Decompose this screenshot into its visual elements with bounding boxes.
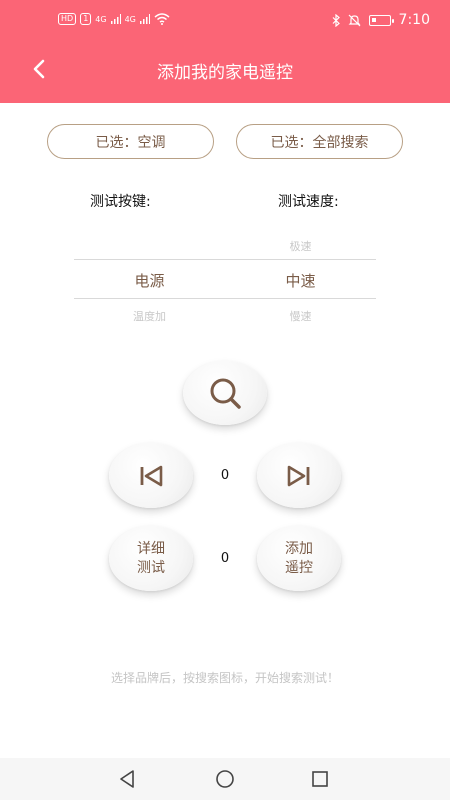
signal-label-1: 4G xyxy=(95,14,107,24)
skip-next-icon xyxy=(287,465,310,486)
nav-home-icon[interactable] xyxy=(215,769,235,789)
hd-badge: HD xyxy=(58,13,77,25)
battery-icon xyxy=(368,14,394,26)
test-speed-label: 测试速度: xyxy=(278,194,339,210)
next-button[interactable] xyxy=(257,443,341,508)
test-key-label: 测试按键: xyxy=(90,194,151,210)
key-option-below[interactable]: 温度加 xyxy=(74,308,225,324)
speed-option-above[interactable]: 极速 xyxy=(225,238,376,254)
nav-back-icon[interactable] xyxy=(118,769,138,789)
device-type-button[interactable]: 已选：空调 xyxy=(47,124,214,159)
wifi-icon xyxy=(154,13,170,25)
detail-counter: 0 xyxy=(220,551,230,566)
clock: 7:10 xyxy=(398,12,430,28)
signal-icon xyxy=(139,14,150,24)
status-right: 7:10 xyxy=(332,12,430,28)
signal-icon xyxy=(110,14,121,24)
detail-test-label: 详细 测试 xyxy=(137,540,165,576)
bluetooth-icon xyxy=(332,13,340,27)
mute-bell-icon xyxy=(348,14,360,26)
search-icon xyxy=(210,378,241,409)
nav-recent-apps-icon[interactable] xyxy=(310,769,330,789)
previous-button[interactable] xyxy=(109,443,193,508)
speed-option-selected[interactable]: 中速 xyxy=(225,270,376,291)
key-option-selected[interactable]: 电源 xyxy=(74,270,225,291)
sim-badge: 1 xyxy=(80,13,92,25)
picker-wheels: 电源 温度加 极速 中速 慢速 xyxy=(74,228,376,323)
system-nav-bar xyxy=(0,758,450,800)
page-title: 添加我的家电遥控 xyxy=(157,63,293,83)
key-picker[interactable]: 电源 温度加 xyxy=(74,228,225,323)
signal-label-2: 4G xyxy=(124,14,136,24)
add-remote-label: 添加 遥控 xyxy=(285,540,313,576)
status-left: HD 1 4G 4G xyxy=(58,13,170,25)
speed-picker[interactable]: 极速 中速 慢速 xyxy=(225,228,376,323)
previous-counter: 0 xyxy=(220,468,230,483)
hint-text: 选择品牌后，按搜索图标，开始搜索测试！ xyxy=(110,671,339,685)
add-remote-button[interactable]: 添加 遥控 xyxy=(257,526,341,591)
status-bar: HD 1 4G 4G 7:10 xyxy=(0,0,450,40)
speed-option-below[interactable]: 慢速 xyxy=(225,308,376,324)
skip-previous-icon xyxy=(140,465,163,486)
brand-select-button[interactable]: 已选：全部搜索 xyxy=(236,124,403,159)
app-header: HD 1 4G 4G 7:10 添加我的家电遥控 xyxy=(0,0,450,103)
search-button[interactable] xyxy=(183,361,267,425)
detail-test-button[interactable]: 详细 测试 xyxy=(109,526,193,591)
